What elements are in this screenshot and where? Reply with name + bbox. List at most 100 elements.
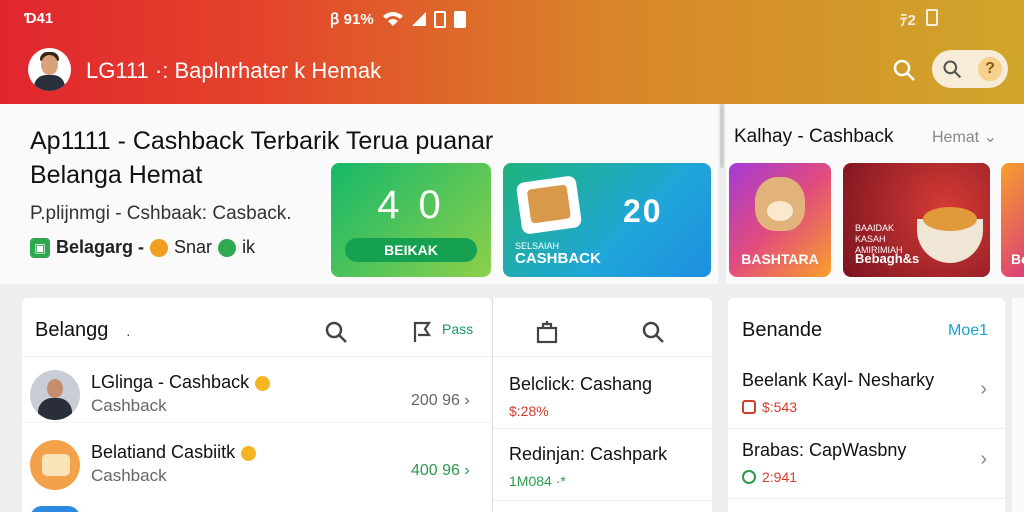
- item-desc: Cashback: [91, 396, 167, 415]
- status-indicators: ꞵ 91%: [330, 9, 466, 29]
- divider: [493, 356, 713, 357]
- belanja-panel: Belangg · Pass LGlinga - Cashback Cashba…: [22, 298, 492, 512]
- divider: [493, 428, 713, 429]
- dog-image: [755, 177, 805, 231]
- sim-icon: [433, 10, 446, 28]
- signal-icon: [411, 12, 426, 26]
- flag-icon[interactable]: [412, 320, 434, 344]
- avatar-body: [38, 398, 72, 420]
- item-amount: 200 96 ›: [411, 392, 470, 409]
- status-right-text: ﾃ2: [900, 12, 916, 29]
- divider: [22, 422, 492, 423]
- list-item[interactable]: Belclick: Cashang $:28%: [509, 374, 652, 419]
- pass-link[interactable]: Pass: [442, 321, 473, 337]
- search-icon[interactable]: [892, 58, 916, 82]
- item-name: Belclick: Cashang: [509, 374, 653, 394]
- profile-avatar[interactable]: [28, 48, 71, 91]
- list-item-avatar-partial: [30, 506, 80, 512]
- promo-card-partial[interactable]: Be: [1001, 163, 1024, 277]
- promo-label: Bebagh&s: [855, 251, 920, 266]
- bread-avatar: [30, 440, 80, 490]
- cashback-card-40[interactable]: 4 0 BEIKAK: [331, 163, 491, 277]
- status-carrier: ꞵ 91%: [330, 11, 374, 28]
- divider: [22, 356, 492, 357]
- wifi-icon: [382, 12, 403, 26]
- middle-panel: Belclick: Cashang $:28% Redinjan: Cashpa…: [492, 298, 713, 512]
- meta-label: Belagarg -: [56, 237, 145, 257]
- list-item[interactable]: LGlinga - Cashback Cashback 200 96 ›: [22, 364, 492, 432]
- item-name-text: LGlinga - Cashback: [91, 372, 250, 392]
- cracker-image: [515, 175, 583, 235]
- item-value: $:28%: [509, 403, 549, 419]
- panel-dot: ·: [126, 326, 131, 342]
- coin-icon: [241, 445, 257, 461]
- list-item[interactable]: Brabas: CapWasbny 2:941: [742, 440, 1002, 485]
- promo-label: Be: [1011, 251, 1024, 267]
- card-button[interactable]: BEIKAK: [345, 238, 477, 262]
- app-header-bar: Ɗ41 ꞵ 91% ﾃ2 LG111 ·: Baplnrhater k Hema…: [0, 0, 1024, 104]
- hero-meta: ▣ Belagarg - Snar ik: [30, 237, 255, 258]
- card-value: 20: [623, 193, 663, 229]
- bag-icon[interactable]: [535, 320, 559, 344]
- app-title: LG111 ·: Baplnrhater k Hemak: [86, 58, 382, 83]
- side-title: Kalhay - Cashback: [734, 126, 894, 147]
- avatar-face: [47, 379, 63, 398]
- more-link[interactable]: Moe1: [948, 322, 988, 340]
- card-value: 4 0: [377, 183, 445, 227]
- card-label: CASHBACK: [515, 250, 601, 267]
- benande-panel: Benande Moe1 Beelank Kayl- Nesharky $:54…: [728, 298, 1005, 512]
- promo-card-bashtara[interactable]: BASHTARA: [729, 163, 831, 277]
- item-value-row: $:543: [742, 399, 1002, 415]
- check-icon: [742, 470, 756, 484]
- item-name: LGlinga - Cashback: [91, 372, 271, 393]
- item-name: Redinjan: Cashpark: [509, 444, 668, 464]
- side-more-dropdown[interactable]: Hemat ⌄: [932, 127, 997, 147]
- panel-title: Belangg: [35, 319, 109, 341]
- item-amount: 400 96 ›: [411, 462, 470, 479]
- list-item[interactable]: Redinjan: Cashpark 1M084 ·*: [509, 444, 667, 489]
- divider: [493, 500, 713, 501]
- meta-extra: Snar: [174, 237, 213, 257]
- coin-icon: [255, 375, 271, 391]
- status-time: Ɗ41: [24, 10, 54, 27]
- avatar-body: [34, 75, 65, 91]
- cashback-card-20[interactable]: 20 SELSAIAH CASHBACK: [503, 163, 711, 277]
- status-right: ﾃ2: [900, 9, 938, 30]
- status-bar: Ɗ41 ꞵ 91% ﾃ2: [0, 0, 1024, 36]
- item-value-row: 2:941: [742, 469, 1002, 485]
- chevron-right-icon[interactable]: ›: [980, 448, 987, 471]
- battery-icon: [453, 10, 466, 28]
- panel-title: Benande: [742, 319, 823, 341]
- divider: [728, 428, 1005, 429]
- avatar-face: [41, 55, 58, 75]
- header-action-pill[interactable]: ?: [932, 50, 1008, 88]
- bag-icon: [742, 400, 756, 414]
- header: LG111 ·: Baplnrhater k Hemak ?: [0, 36, 1024, 104]
- promo-card-food[interactable]: BAAIDAK KASAH AMIRIMIAH Bebagh&s: [843, 163, 990, 277]
- list-item[interactable]: Beelank Kayl- Nesharky $:543: [742, 370, 1002, 415]
- chevron-right-icon[interactable]: ›: [980, 378, 987, 401]
- scroll-handle[interactable]: [718, 104, 726, 174]
- item-value: $:543: [762, 399, 798, 415]
- divider: [728, 498, 1005, 499]
- search-icon[interactable]: [942, 59, 962, 79]
- help-icon[interactable]: ?: [978, 57, 1002, 81]
- item-value: 1M084 ·*: [509, 473, 566, 489]
- item-name: Belatiand Casbiitk: [91, 442, 257, 463]
- food-bowl-image: [917, 207, 983, 263]
- battery-icon-secondary: [925, 9, 938, 26]
- check-icon: [218, 238, 237, 257]
- item-name: Beelank Kayl- Nesharky: [742, 370, 935, 390]
- item-value: 2:941: [762, 469, 798, 485]
- panel-edge: [1012, 298, 1024, 512]
- search-icon[interactable]: [641, 320, 665, 344]
- list-item[interactable]: Belatiand Casbiitk Cashback 400 96 ›: [22, 434, 492, 502]
- item-desc: Cashback: [91, 466, 167, 485]
- meta-extra-2: ik: [242, 237, 256, 257]
- coin-icon: [150, 238, 169, 257]
- promo-label: BASHTARA: [741, 251, 819, 267]
- search-icon[interactable]: [324, 320, 348, 344]
- item-name-text: Belatiand Casbiitk: [91, 442, 236, 462]
- item-name: Brabas: CapWasbny: [742, 440, 907, 460]
- user-avatar: [30, 370, 80, 420]
